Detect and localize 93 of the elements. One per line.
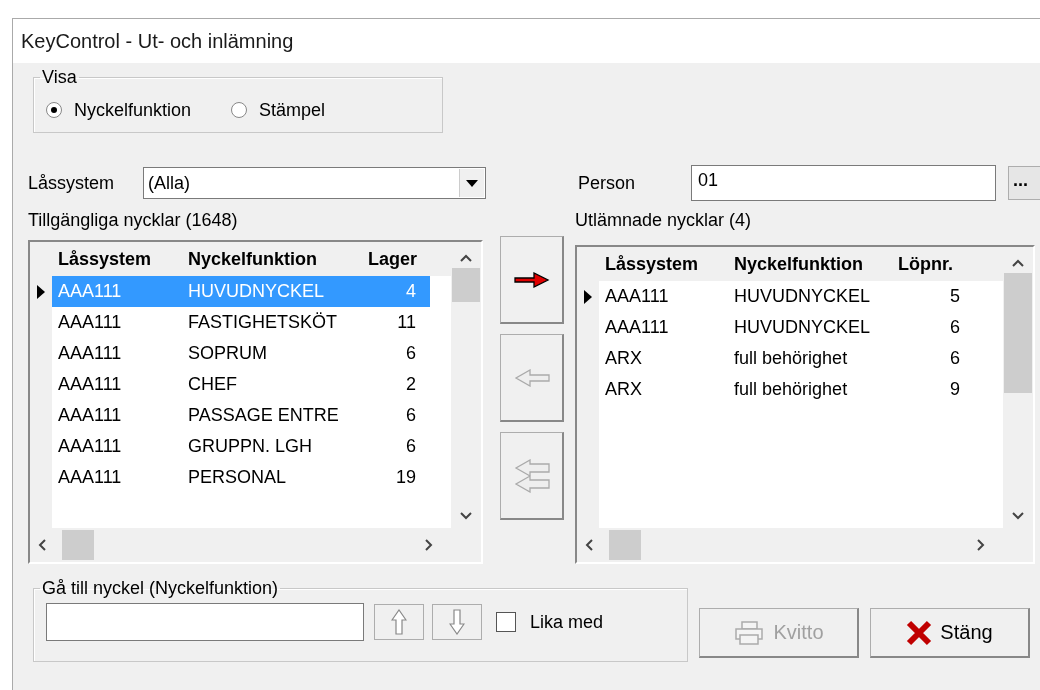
column-header[interactable]: Löpnr. — [898, 253, 975, 275]
table-cell-text: 2 — [405, 374, 417, 395]
scroll-down-icon[interactable] — [1012, 512, 1025, 520]
table-cell-text: HUVUDNYCKEL — [187, 281, 326, 302]
column-header[interactable]: Lager — [368, 248, 430, 270]
radio-button[interactable] — [46, 102, 62, 118]
search-field[interactable] — [46, 603, 364, 641]
radio-label: Stämpel — [259, 99, 326, 121]
table-cell-text: ARX — [604, 379, 644, 400]
scroll-right-icon[interactable] — [425, 539, 434, 551]
person-field[interactable]: 01 — [691, 165, 996, 201]
scrollbar-thumb[interactable] — [609, 530, 642, 560]
table-cell-text: HUVUDNYCKEL — [733, 317, 872, 338]
table-cell-text: 4 — [405, 281, 417, 302]
table-cell-text: AAA111 — [57, 343, 123, 364]
checkbox[interactable] — [496, 612, 516, 632]
table-cell-text: PERSONAL — [187, 467, 288, 488]
table-cell-text: 6 — [949, 317, 962, 338]
scroll-left-icon[interactable] — [585, 539, 594, 551]
scroll-down-icon[interactable] — [460, 512, 473, 520]
table-cell-text: SOPRUM — [187, 343, 268, 364]
next-button[interactable] — [432, 604, 482, 640]
table-cell-text: 5 — [949, 286, 962, 307]
arrow-down-icon — [449, 609, 465, 635]
browse-button[interactable]: ... — [1008, 166, 1040, 200]
close-button[interactable]: Stäng — [870, 608, 1030, 658]
table-row[interactable]: AAA111 PASSAGE ENTRE 6 — [52, 400, 430, 431]
arrow-up-icon — [391, 609, 407, 635]
scrollbar-thumb[interactable] — [452, 268, 481, 302]
table-row[interactable]: AAA111 CHEF 2 — [52, 369, 430, 400]
table-row[interactable]: ARX full behörighet 9 — [599, 374, 975, 405]
dropdown-arrow-icon — [466, 179, 478, 187]
column-header[interactable]: Nyckelfunktion — [182, 248, 368, 270]
table-cell-text: 6 — [405, 436, 417, 457]
radio-option[interactable]: Stämpel — [231, 99, 326, 121]
table-row[interactable]: AAA111 FASTIGHETSKÖT 11 — [52, 307, 430, 338]
scroll-left-icon[interactable] — [38, 539, 46, 551]
table-cell-text: 19 — [394, 467, 417, 488]
arrow-right-icon — [513, 271, 550, 288]
group-title: Visa — [41, 67, 78, 88]
table-cell-text: CHEF — [187, 374, 238, 395]
field-label: Person — [578, 172, 637, 194]
close-icon — [906, 619, 933, 646]
table-cell-text: 6 — [949, 348, 962, 369]
table-cell-text: ARX — [604, 348, 644, 369]
table-cell-text: 6 — [405, 343, 417, 364]
lock-system-dropdown[interactable]: (Alla) — [143, 167, 486, 199]
table-cell-text: full behörighet — [733, 379, 849, 400]
table-cell-text: FASTIGHETSKÖT — [187, 312, 339, 333]
table-cell-text: AAA111 — [57, 281, 123, 302]
table-cell-text: 6 — [405, 405, 417, 426]
table-row[interactable]: AAA111 SOPRUM 6 — [52, 338, 430, 369]
scroll-up-icon[interactable] — [1012, 259, 1025, 267]
column-header[interactable]: Låssystem — [52, 248, 182, 270]
table-cell-text: GRUPPN. LGH — [187, 436, 314, 457]
hand-out-button[interactable] — [500, 236, 565, 324]
radio-label: Nyckelfunktion — [74, 99, 192, 121]
table-cell-text: AAA111 — [57, 436, 123, 457]
list-title: Utlämnade nycklar (4) — [575, 210, 753, 232]
table-cell-text: AAA111 — [57, 405, 123, 426]
group-title: Gå till nyckel (Nyckelfunktion) — [41, 578, 280, 599]
table-row[interactable]: ARX full behörighet 6 — [599, 343, 975, 374]
table-cell-text: HUVUDNYCKEL — [733, 286, 872, 307]
arrow-left-icon — [513, 368, 550, 387]
table-cell-text: 11 — [396, 312, 417, 333]
scrollbar-thumb[interactable] — [1004, 273, 1033, 393]
equal-checkbox-option[interactable]: Lika med — [496, 611, 604, 633]
table-cell-text: AAA111 — [57, 312, 123, 333]
table-cell-text: AAA111 — [604, 317, 670, 338]
list-title: Tillgängliga nycklar (1648) — [28, 210, 239, 232]
scroll-up-icon[interactable] — [460, 254, 473, 262]
table-row[interactable]: AAA111 HUVUDNYCKEL 5 — [599, 281, 975, 312]
previous-button[interactable] — [374, 604, 424, 640]
table-row[interactable]: AAA111 HUVUDNYCKEL 6 — [599, 312, 975, 343]
table-cell-text: 9 — [949, 379, 962, 400]
radio-option[interactable]: Nyckelfunktion — [46, 99, 192, 121]
field-label: Låssystem — [28, 172, 116, 194]
table-row[interactable]: AAA111 GRUPPN. LGH 6 — [52, 431, 430, 462]
table-cell-text: AAA111 — [57, 467, 123, 488]
printer-icon — [733, 619, 766, 646]
radio-button[interactable] — [231, 102, 248, 118]
column-header[interactable]: Låssystem — [599, 253, 729, 275]
table-cell-text: AAA111 — [604, 286, 670, 307]
checkbox-label: Lika med — [530, 611, 604, 633]
scrollbar-thumb[interactable] — [62, 530, 94, 560]
table-cell-text: PASSAGE ENTRE — [187, 405, 340, 426]
table-cell-text: full behörighet — [733, 348, 849, 369]
scroll-right-icon[interactable] — [977, 539, 986, 551]
window-title: KeyControl - Ut- och inlämning — [21, 29, 294, 53]
double-arrow-left-icon — [513, 458, 550, 493]
table-cell-text: AAA111 — [57, 374, 123, 395]
table-row[interactable]: AAA111 PERSONAL 19 — [52, 462, 430, 493]
column-header[interactable]: Nyckelfunktion — [728, 253, 899, 275]
